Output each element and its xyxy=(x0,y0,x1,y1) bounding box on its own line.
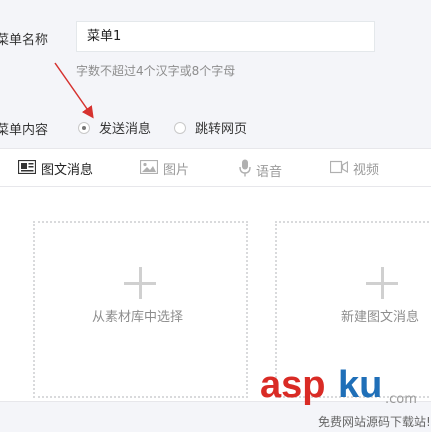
select-from-library-label: 从素材库中选择 xyxy=(92,310,184,325)
radio-send-message-label: 发送消息 xyxy=(99,122,152,137)
tab-video-label: 视频 xyxy=(353,163,380,178)
watermark-suffix: .com xyxy=(385,392,417,407)
select-from-library-button[interactable]: 从素材库中选择 xyxy=(33,221,248,398)
radio-unchecked-icon xyxy=(174,121,186,134)
radio-open-webpage-label: 跳转网页 xyxy=(195,122,248,137)
message-type-tabs: 图文消息 图片 语音 视频 xyxy=(0,149,431,187)
news-icon xyxy=(17,159,37,178)
watermark-brand-b: ku xyxy=(338,364,383,406)
create-news-label: 新建图文消息 xyxy=(341,310,420,325)
tab-voice[interactable]: 语音 xyxy=(239,159,282,181)
tab-image-label: 图片 xyxy=(163,163,190,178)
tab-voice-label: 语音 xyxy=(256,164,283,180)
menu-content-label: 菜单内容 xyxy=(0,123,49,138)
radio-send-message[interactable]: 发送消息 xyxy=(78,118,151,137)
tab-video[interactable]: 视频 xyxy=(329,159,380,178)
video-icon xyxy=(329,160,349,178)
plus-icon xyxy=(366,267,398,299)
plus-icon xyxy=(124,267,156,299)
radio-open-webpage[interactable]: 跳转网页 xyxy=(174,118,247,137)
tab-news[interactable]: 图文消息 xyxy=(17,159,94,178)
image-icon xyxy=(139,159,159,178)
menu-settings-form: 菜单名称 菜单1 字数不超过4个汉字或8个字母 菜单内容 发送消息 跳转网页 xyxy=(0,0,431,148)
tab-image[interactable]: 图片 xyxy=(139,159,190,178)
microphone-icon xyxy=(239,159,251,181)
radio-checked-icon xyxy=(78,121,90,134)
watermark-tagline: 免费网站源码下载站! xyxy=(318,415,431,429)
tab-news-label: 图文消息 xyxy=(41,163,94,178)
watermark-brand-a: asp xyxy=(260,364,326,406)
